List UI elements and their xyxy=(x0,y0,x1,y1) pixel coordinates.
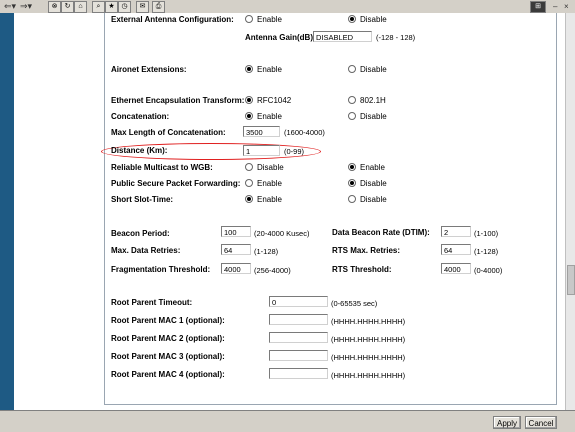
radio-selected-icon[interactable] xyxy=(245,195,253,203)
root-parent-timeout-field[interactable]: 0 xyxy=(269,296,328,307)
scrollbar-thumb[interactable] xyxy=(567,265,575,295)
root-mac1-label: Root Parent MAC 1 (optional): xyxy=(111,316,225,325)
rts-max-retries-label: RTS Max. Retries: xyxy=(332,246,401,255)
psp-disable-radio[interactable]: Disable xyxy=(348,179,387,189)
distance-hint: (0-99) xyxy=(284,147,305,156)
public-secure-label: Public Secure Packet Forwarding: xyxy=(111,179,241,188)
bottom-action-bar xyxy=(0,410,575,432)
max-concat-label: Max Length of Concatenation: xyxy=(111,128,226,137)
distance-label: Distance (Km): xyxy=(111,146,168,155)
psp-enable-radio[interactable]: Enable xyxy=(245,179,282,189)
forward-arrow-icon[interactable]: ⇒▾ xyxy=(20,2,32,11)
radio-icon[interactable] xyxy=(245,179,253,187)
aironet-disable-radio[interactable]: Disable xyxy=(348,65,387,75)
radio-icon[interactable] xyxy=(245,163,253,171)
root-mac3-label: Root Parent MAC 3 (optional): xyxy=(111,352,225,361)
radio-icon[interactable] xyxy=(348,96,356,104)
short-slot-enable-radio[interactable]: Enable xyxy=(245,195,282,205)
favorites-icon[interactable]: ★ xyxy=(105,1,118,13)
rts-threshold-hint: (0-4000) xyxy=(474,266,503,275)
ethernet-encap-label: Ethernet Encapsulation Transform: xyxy=(111,96,245,105)
mail-icon[interactable]: ✉ xyxy=(136,1,149,13)
antenna-gain-label: Antenna Gain(dB): xyxy=(245,33,316,42)
concatenation-disable-radio[interactable]: Disable xyxy=(348,112,387,122)
short-slot-label: Short Slot-Time: xyxy=(111,195,174,204)
ext-antenna-enable-radio[interactable]: Enable xyxy=(245,15,282,25)
home-icon[interactable]: ⌂ xyxy=(74,1,87,13)
browser-toolbar: ⇐▾ ⇒▾ ⊗ ↻ ⌂ ⌕ ★ ◷ ✉ ⎙ ⊞ – × xyxy=(0,0,575,14)
refresh-icon[interactable]: ↻ xyxy=(61,1,74,13)
frag-threshold-field[interactable]: 4000 xyxy=(221,263,251,274)
root-mac4-hint: (HHHH.HHHH.HHHH) xyxy=(331,371,406,380)
beacon-period-label: Beacon Period: xyxy=(111,229,170,238)
rts-threshold-label: RTS Threshold: xyxy=(332,265,392,274)
data-beacon-hint: (1-100) xyxy=(474,229,499,238)
radio-icon[interactable] xyxy=(348,195,356,203)
radio-selected-icon[interactable] xyxy=(348,15,356,23)
data-beacon-field[interactable]: 2 xyxy=(441,226,471,237)
root-mac2-hint: (HHHH.HHHH.HHHH) xyxy=(331,335,406,344)
radio-selected-icon[interactable] xyxy=(245,96,253,104)
print-icon[interactable]: ⎙ xyxy=(152,1,165,13)
max-concat-field[interactable]: 3500 xyxy=(243,126,280,137)
max-data-retries-hint: (1-128) xyxy=(254,247,279,256)
cancel-button[interactable]: Cancel xyxy=(525,416,557,429)
history-icon[interactable]: ◷ xyxy=(118,1,131,13)
radio-selected-icon[interactable] xyxy=(348,179,356,187)
close-icon[interactable]: × xyxy=(564,1,569,12)
radio-icon[interactable] xyxy=(245,15,253,23)
max-concat-hint: (1600-4000) xyxy=(284,128,325,137)
radio-icon[interactable] xyxy=(348,112,356,120)
short-slot-disable-radio[interactable]: Disable xyxy=(348,195,387,205)
root-mac2-field[interactable] xyxy=(269,332,328,343)
root-mac4-label: Root Parent MAC 4 (optional): xyxy=(111,370,225,379)
ext-antenna-label: External Antenna Configuration: xyxy=(111,15,234,24)
encap-8021h-radio[interactable]: 802.1H xyxy=(348,96,386,106)
multicast-enable-radio[interactable]: Enable xyxy=(348,163,385,173)
radio-selected-icon[interactable] xyxy=(245,65,253,73)
reliable-multicast-label: Reliable Multicast to WGB: xyxy=(111,163,213,172)
root-mac2-label: Root Parent MAC 2 (optional): xyxy=(111,334,225,343)
max-data-retries-field[interactable]: 64 xyxy=(221,244,251,255)
root-mac1-field[interactable] xyxy=(269,314,328,325)
root-mac4-field[interactable] xyxy=(269,368,328,379)
radio-selected-icon[interactable] xyxy=(245,112,253,120)
antenna-gain-hint: (-128 - 128) xyxy=(376,33,416,42)
data-beacon-label: Data Beacon Rate (DTIM): xyxy=(332,228,430,237)
aironet-label: Aironet Extensions: xyxy=(111,65,187,74)
search-icon[interactable]: ⌕ xyxy=(92,1,105,13)
aironet-enable-radio[interactable]: Enable xyxy=(245,65,282,75)
root-mac3-hint: (HHHH.HHHH.HHHH) xyxy=(331,353,406,362)
concatenation-label: Concatenation: xyxy=(111,112,170,121)
frag-threshold-hint: (256-4000) xyxy=(254,266,291,275)
radio-icon[interactable] xyxy=(348,65,356,73)
beacon-period-hint: (20-4000 Kusec) xyxy=(254,229,310,238)
distance-field[interactable]: 1 xyxy=(243,145,280,156)
radio-selected-icon[interactable] xyxy=(348,163,356,171)
left-navigation-bar xyxy=(0,13,14,410)
minimize-icon[interactable]: – xyxy=(553,1,557,12)
root-parent-timeout-label: Root Parent Timeout: xyxy=(111,298,193,307)
rts-threshold-field[interactable]: 4000 xyxy=(441,263,471,274)
concatenation-enable-radio[interactable]: Enable xyxy=(245,112,282,122)
multicast-disable-radio[interactable]: Disable xyxy=(245,163,284,173)
antenna-gain-field[interactable]: DISABLED xyxy=(313,31,372,42)
root-mac3-field[interactable] xyxy=(269,350,328,361)
apply-button[interactable]: Apply xyxy=(493,416,521,429)
frag-threshold-label: Fragmentation Threshold: xyxy=(111,265,211,274)
root-mac1-hint: (HHHH.HHHH.HHHH) xyxy=(331,317,406,326)
encap-rfc1042-radio[interactable]: RFC1042 xyxy=(245,96,291,106)
back-arrow-icon[interactable]: ⇐▾ xyxy=(4,2,16,11)
beacon-period-field[interactable]: 100 xyxy=(221,226,251,237)
max-data-retries-label: Max. Data Retries: xyxy=(111,246,181,255)
rts-max-retries-hint: (1-128) xyxy=(474,247,499,256)
root-parent-timeout-hint: (0-65535 sec) xyxy=(331,299,378,308)
vertical-scrollbar[interactable] xyxy=(565,13,575,410)
windows-logo-icon: ⊞ xyxy=(530,1,546,13)
stop-icon[interactable]: ⊗ xyxy=(48,1,61,13)
rts-max-retries-field[interactable]: 64 xyxy=(441,244,471,255)
ext-antenna-disable-radio[interactable]: Disable xyxy=(348,15,387,25)
